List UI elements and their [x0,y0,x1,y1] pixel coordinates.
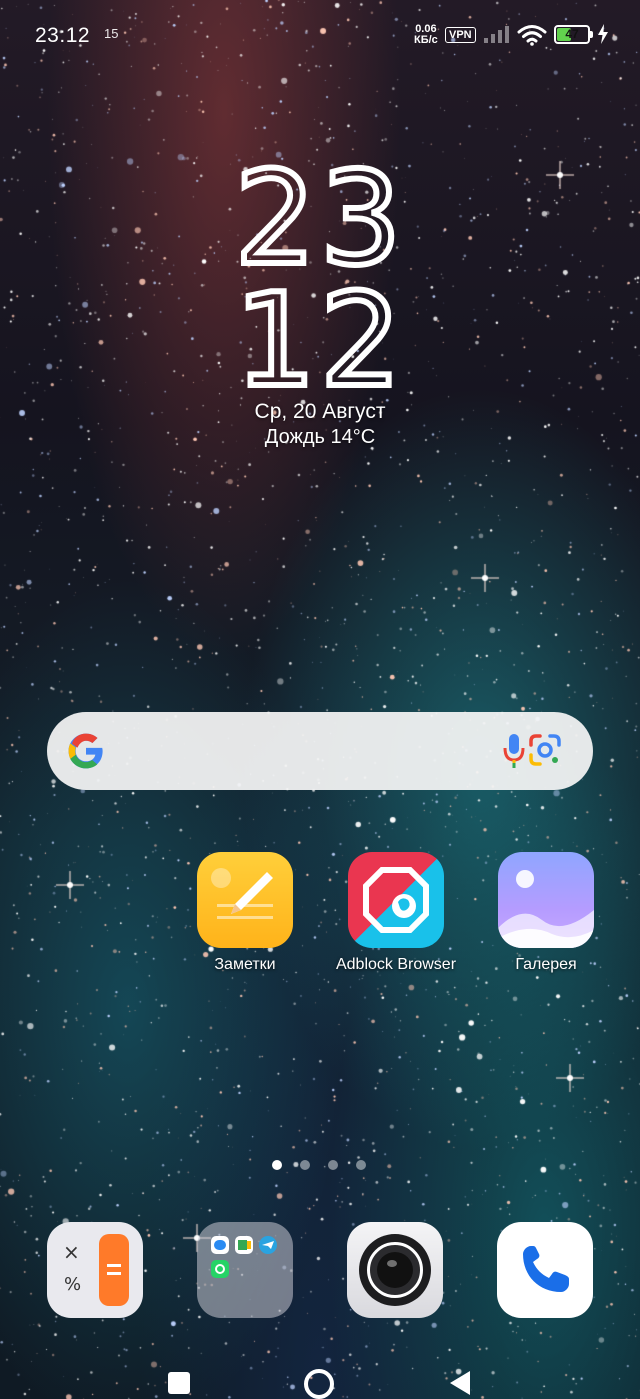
phone-icon[interactable] [497,1222,593,1318]
app-adblock-browser[interactable]: Adblock Browser [331,852,461,974]
page-dot[interactable] [272,1160,282,1170]
app-notes-label: Заметки [214,956,276,973]
app-adblock-browser-label: Adblock Browser [335,956,457,973]
back-icon[interactable] [448,1370,472,1396]
app-notes[interactable]: Заметки [180,852,310,974]
page-indicator[interactable] [0,1160,640,1172]
page-dot[interactable] [328,1160,338,1170]
charging-icon [598,24,608,44]
battery-icon: 47 [554,25,593,44]
app-gallery[interactable]: Галерея [481,852,611,974]
vpn-indicator: VPN [445,27,476,43]
microphone-icon[interactable] [503,732,525,770]
clock-hours[interactable]: 23 [0,153,640,287]
cellular-signal-icon [484,26,509,43]
notes-icon [197,852,293,948]
page-dot[interactable] [300,1160,310,1170]
google-search-bar[interactable] [47,712,593,790]
adblock-icon [348,852,444,948]
network-speed-unit: КБ/с [414,34,438,46]
messengers-folder-icon[interactable] [197,1222,293,1318]
navigation-bar [0,1360,640,1399]
status-time: 23:12 [35,24,91,47]
google-lens-icon[interactable] [527,732,563,768]
recent-apps-icon[interactable] [168,1372,190,1394]
battery-level: 47 [565,27,579,41]
network-speed: 0.06 КБ/с [414,24,438,46]
app-gallery-label: Галерея [515,956,577,973]
gallery-icon [498,852,594,948]
wifi-icon [517,25,547,46]
clock-date[interactable]: Ср, 20 Август [0,400,640,424]
clock-minutes[interactable]: 12 [0,275,640,409]
camera-icon[interactable] [347,1222,443,1318]
notification-count: 15 [104,26,119,41]
weather-info[interactable]: Дождь 14°C [0,426,640,449]
page-dot[interactable] [356,1160,366,1170]
home-icon[interactable] [304,1369,334,1399]
google-g-icon [68,733,103,769]
calculator-icon[interactable]: × % [47,1222,143,1318]
status-bar: 23:12 15 0.06 КБ/с VPN 47 [0,0,640,72]
